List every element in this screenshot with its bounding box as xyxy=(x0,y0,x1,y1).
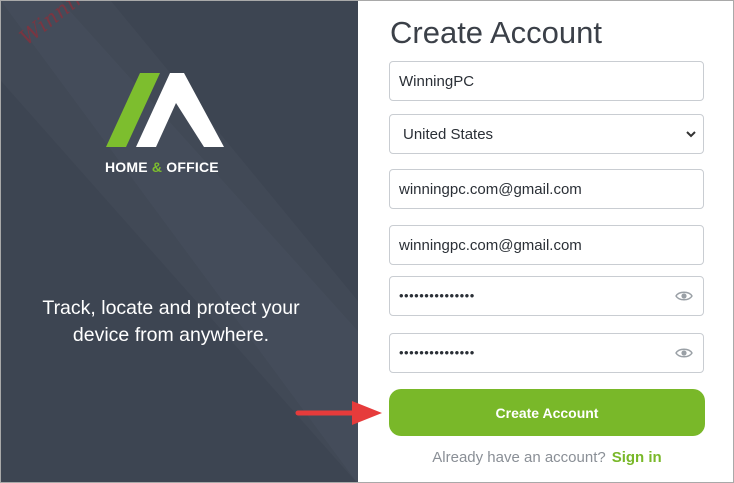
already-have-account-text: Already have an account? xyxy=(432,449,606,466)
home-office-logo xyxy=(106,73,224,147)
red-arrow-annotation xyxy=(295,401,382,425)
eye-icon[interactable] xyxy=(675,289,693,303)
confirm-password-value: ••••••••••••••• xyxy=(399,345,475,360)
name-value: WinningPC xyxy=(399,73,475,90)
brand-ampersand: & xyxy=(151,159,163,175)
signin-row: Already have an account? Sign in xyxy=(389,449,705,466)
confirm-email-field[interactable]: winningpc.com@gmail.com xyxy=(389,225,704,265)
window-frame: WinningPC HOME & OFFICE Track, locate an… xyxy=(0,0,734,483)
confirm-password-field[interactable]: ••••••••••••••• xyxy=(389,333,704,373)
password-field[interactable]: ••••••••••••••• xyxy=(389,276,704,316)
sign-in-link[interactable]: Sign in xyxy=(612,449,662,466)
name-field[interactable]: WinningPC xyxy=(389,61,704,101)
page-title: Create Account xyxy=(390,15,602,50)
tagline: Track, locate and protect your device fr… xyxy=(42,297,300,346)
country-select[interactable]: United States xyxy=(389,114,704,154)
brand-suffix: OFFICE xyxy=(162,159,219,175)
country-value: United States xyxy=(403,126,494,143)
email-value: winningpc.com@gmail.com xyxy=(399,181,582,198)
brand-prefix: HOME xyxy=(105,159,152,175)
email-field[interactable]: winningpc.com@gmail.com xyxy=(389,169,704,209)
eye-icon[interactable] xyxy=(675,346,693,360)
create-account-button[interactable]: Create Account xyxy=(389,389,705,436)
confirm-email-value: winningpc.com@gmail.com xyxy=(399,237,582,254)
brand-name: HOME & OFFICE xyxy=(105,159,245,175)
chevron-down-icon xyxy=(686,131,696,138)
password-value: ••••••••••••••• xyxy=(399,288,475,303)
